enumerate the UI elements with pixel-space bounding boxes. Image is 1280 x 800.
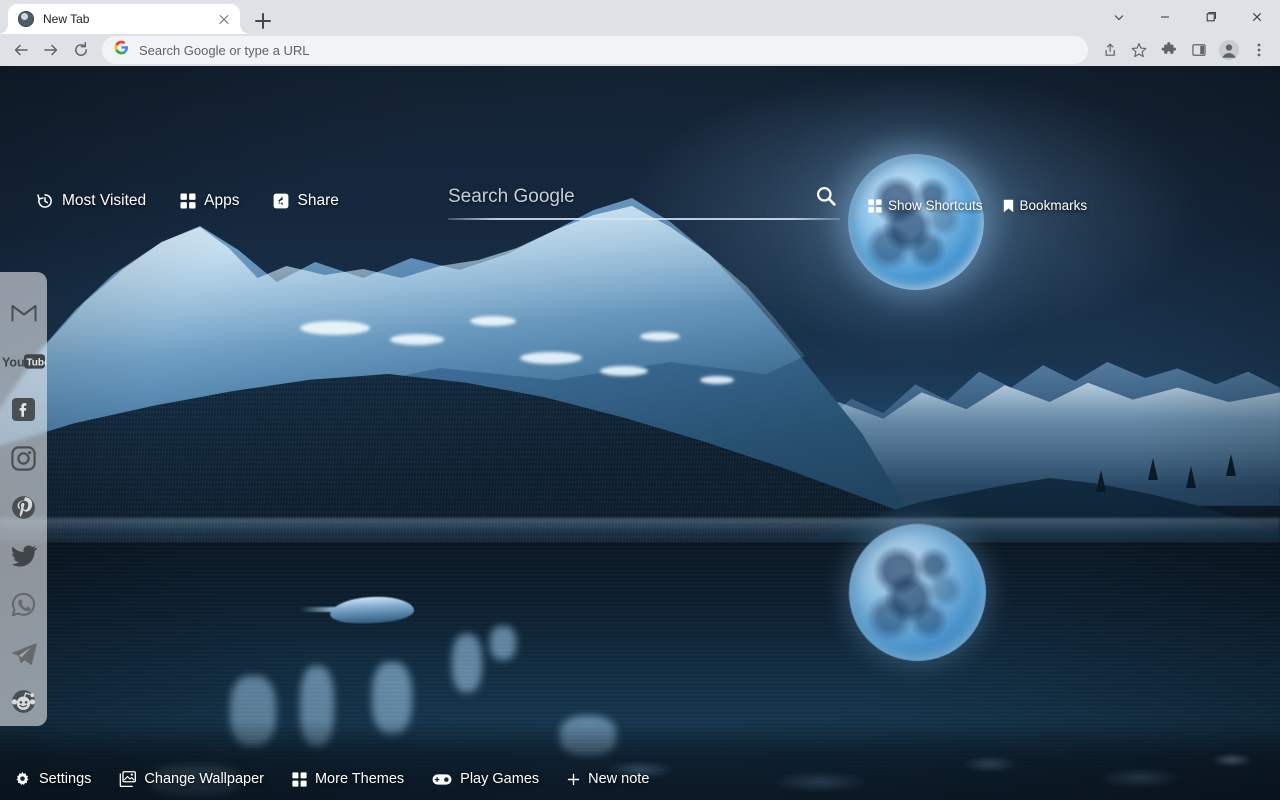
change-wallpaper-label: Change Wallpaper <box>144 771 264 787</box>
change-wallpaper-button[interactable]: Change Wallpaper <box>119 771 264 787</box>
facebook-icon <box>11 397 36 422</box>
share-icon <box>273 193 289 209</box>
gamepad-icon <box>432 773 452 786</box>
svg-text:You: You <box>2 355 25 369</box>
sidebar-item-instagram[interactable] <box>0 434 47 483</box>
address-bar-placeholder: Search Google or type a URL <box>139 42 310 58</box>
image-icon <box>119 771 137 787</box>
share-label: Share <box>297 192 339 209</box>
svg-text:Tube: Tube <box>26 357 46 368</box>
share-button[interactable]: Share <box>273 192 339 210</box>
show-shortcuts-button[interactable]: Show Shortcuts <box>868 198 983 213</box>
sidebar-item-whatsapp[interactable] <box>0 580 47 629</box>
play-games-button[interactable]: Play Games <box>432 771 539 787</box>
chrome-menu-icon[interactable] <box>1244 36 1274 64</box>
bookmark-flag-icon <box>1003 199 1014 213</box>
google-g-icon <box>114 40 129 60</box>
toolbar-icons <box>1094 36 1274 64</box>
show-shortcuts-label: Show Shortcuts <box>888 198 983 213</box>
new-tab-page: Most Visited Apps Share Search Google Sh… <box>0 66 1280 800</box>
new-note-button[interactable]: New note <box>567 771 649 787</box>
pinterest-icon <box>11 495 36 520</box>
apps-grid-icon <box>180 193 196 209</box>
window-close-icon[interactable] <box>1234 0 1280 34</box>
settings-button[interactable]: Settings <box>14 771 91 788</box>
minimize-icon[interactable] <box>1142 0 1188 34</box>
sidebar-item-facebook[interactable] <box>0 385 47 434</box>
bookmarks-button[interactable]: Bookmarks <box>1003 198 1088 213</box>
tab-title: New Tab <box>43 12 90 26</box>
tab-strip: New Tab <box>0 0 1280 34</box>
sidebar-item-pinterest[interactable] <box>0 483 47 532</box>
new-tab-icon[interactable] <box>251 9 275 33</box>
grid-icon <box>292 771 307 787</box>
browser-tab[interactable]: New Tab <box>0 4 240 34</box>
maximize-icon[interactable] <box>1188 0 1234 34</box>
forward-arrow-icon[interactable] <box>36 36 66 64</box>
more-themes-button[interactable]: More Themes <box>292 771 404 787</box>
side-panel-icon[interactable] <box>1184 36 1214 64</box>
reload-icon[interactable] <box>66 36 96 64</box>
apps-button[interactable]: Apps <box>180 192 239 210</box>
sidebar-item-telegram[interactable] <box>0 629 47 678</box>
address-bar[interactable]: Search Google or type a URL <box>102 36 1088 64</box>
sidebar-item-twitter[interactable] <box>0 531 47 580</box>
browser-toolbar: Search Google or type a URL <box>0 34 1280 66</box>
bottom-bar: Settings Change Wallpaper More Themes Pl… <box>0 758 1280 800</box>
sidebar-item-gmail[interactable] <box>0 288 47 337</box>
search-input[interactable] <box>448 186 814 208</box>
search-underline <box>448 218 840 220</box>
youtube-icon: You Tube <box>2 353 46 370</box>
window-controls <box>1096 0 1280 34</box>
globe-icon <box>18 11 34 27</box>
most-visited-button[interactable]: Most Visited <box>36 192 146 210</box>
gmail-icon <box>10 302 37 322</box>
top-navigation: Most Visited Apps Share <box>36 192 373 210</box>
telegram-icon <box>11 642 37 665</box>
sidebar-item-youtube[interactable]: You Tube <box>0 337 47 386</box>
grid-icon <box>868 198 882 213</box>
settings-label: Settings <box>39 771 92 787</box>
instagram-icon <box>11 446 36 471</box>
more-themes-label: More Themes <box>314 771 405 787</box>
reddit-icon <box>11 689 36 714</box>
back-arrow-icon[interactable] <box>6 36 36 64</box>
play-games-label: Play Games <box>460 771 540 787</box>
right-links: Show Shortcuts Bookmarks <box>868 198 1107 213</box>
bookmark-star-icon[interactable] <box>1124 36 1154 64</box>
most-visited-label: Most Visited <box>62 192 147 209</box>
share-icon[interactable] <box>1094 36 1124 64</box>
whatsapp-icon <box>11 592 36 617</box>
new-note-label: New note <box>588 771 650 787</box>
newtab-overlay: Most Visited Apps Share Search Google Sh… <box>0 66 1280 800</box>
search-magnifier-icon[interactable] <box>814 184 840 210</box>
gear-icon <box>14 771 31 788</box>
twitter-icon <box>11 545 37 567</box>
social-sidebar: You Tube <box>0 272 47 726</box>
history-clock-icon <box>36 192 54 210</box>
sidebar-item-reddit[interactable] <box>0 677 47 726</box>
search-area <box>448 180 840 220</box>
profile-avatar-icon[interactable] <box>1214 36 1244 64</box>
plus-icon <box>567 773 580 786</box>
browser-chrome: New Tab Search Google or type a URL <box>0 0 1280 66</box>
apps-label: Apps <box>204 192 240 209</box>
close-icon[interactable] <box>216 11 232 27</box>
bookmarks-label: Bookmarks <box>1019 198 1088 213</box>
extensions-puzzle-icon[interactable] <box>1154 36 1184 64</box>
chevron-down-icon[interactable] <box>1096 0 1142 34</box>
